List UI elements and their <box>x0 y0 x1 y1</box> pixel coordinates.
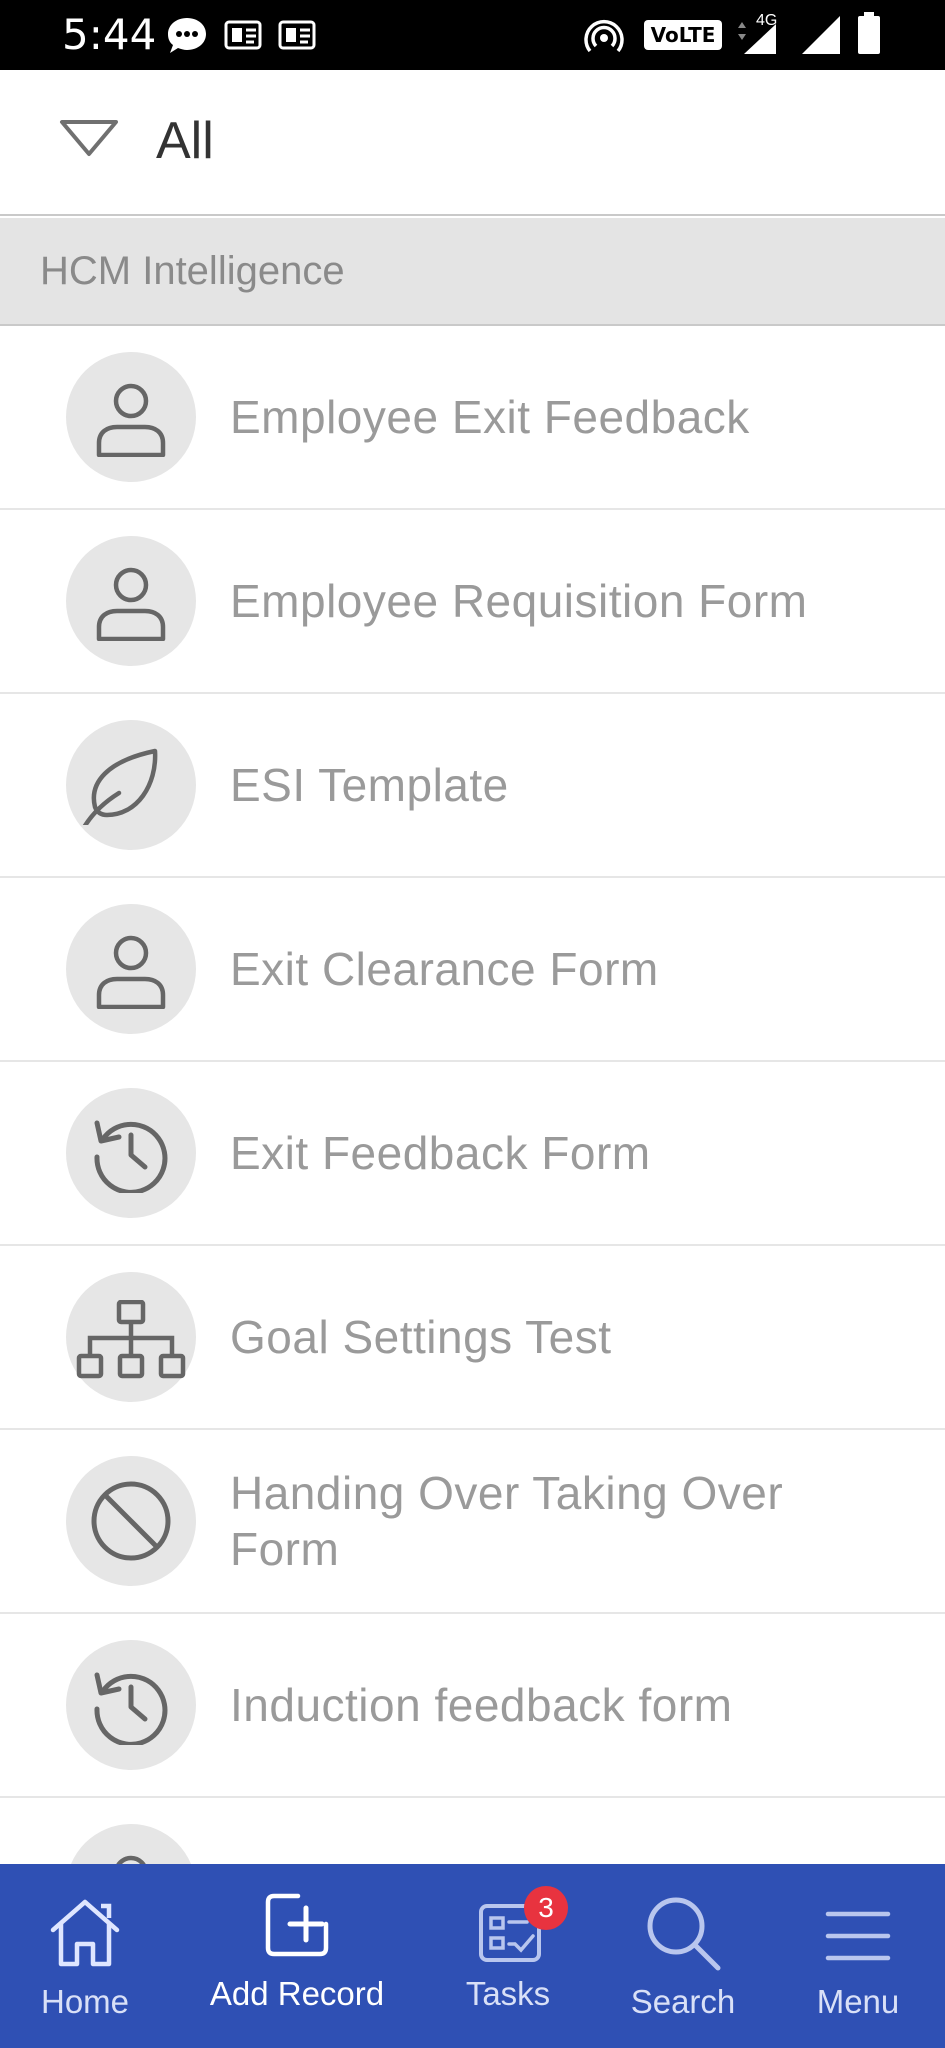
form-item-induction-feedback-form[interactable]: Induction feedback form <box>0 1614 945 1798</box>
org-chart-icon <box>76 1300 186 1379</box>
volte-label: VoLTE <box>650 23 716 47</box>
form-item-label: Exit Clearance Form <box>230 943 659 995</box>
filter-label[interactable]: All <box>156 106 214 176</box>
nav-tasks[interactable]: 3 Tasks <box>448 1864 568 2048</box>
section-header: HCM Intelligence <box>0 218 945 326</box>
form-item-label: Employee Requisition Form <box>230 575 808 627</box>
person-icon <box>96 567 166 641</box>
nav-search[interactable]: Search <box>618 1864 748 2048</box>
nav-home[interactable]: Home <box>20 1864 150 2048</box>
chat-bubble-icon <box>168 18 206 53</box>
form-icon-circle <box>66 904 196 1034</box>
hotspot-icon <box>584 20 624 53</box>
form-icon-circle <box>66 1088 196 1218</box>
status-bar: 5:44 VoLTE 4G <box>0 0 945 70</box>
add-record-icon <box>265 1893 329 1957</box>
form-item-partial[interactable] <box>0 1798 945 1864</box>
form-icon-circle <box>66 1456 196 1586</box>
tasks-badge: 3 <box>524 1886 568 1930</box>
block-icon <box>91 1481 171 1561</box>
nav-home-label: Home <box>40 1983 130 2020</box>
form-item-exit-clearance-form[interactable]: Exit Clearance Form <box>0 878 945 1062</box>
form-icon-circle <box>66 1272 196 1402</box>
signal-4g-icon: 4G <box>736 12 780 56</box>
person-icon <box>116 1855 146 1864</box>
form-item-handing-over-taking-over-form[interactable]: Handing Over Taking Over Form <box>0 1430 945 1614</box>
search-icon <box>647 1897 721 1971</box>
volte-icon: VoLTE <box>644 20 722 50</box>
form-icon-circle <box>66 1824 196 1864</box>
form-list[interactable]: Employee Exit Feedback Employee Requisit… <box>0 326 945 1864</box>
nav-tasks-label: Tasks <box>465 1975 551 2012</box>
filter-dropdown-icon[interactable] <box>58 118 120 158</box>
nav-add-record[interactable]: Add Record <box>190 1864 404 2048</box>
nav-search-label: Search <box>630 1983 736 2020</box>
battery-icon <box>858 12 880 54</box>
leaf-icon <box>82 748 158 825</box>
form-item-esi-template[interactable]: ESI Template <box>0 694 945 878</box>
person-icon <box>96 383 166 457</box>
notification-icon <box>224 20 262 50</box>
section-title: HCM Intelligence <box>40 249 345 293</box>
form-item-employee-requisition-form[interactable]: Employee Requisition Form <box>0 510 945 694</box>
form-item-goal-settings-test[interactable]: Goal Settings Test <box>0 1246 945 1430</box>
nav-menu[interactable]: Menu <box>798 1864 918 2048</box>
form-icon-circle <box>66 1640 196 1770</box>
filter-bar[interactable]: All <box>0 70 945 216</box>
form-item-label: Employee Exit Feedback <box>230 391 750 443</box>
notification-icon <box>278 20 316 50</box>
menu-icon <box>825 1911 891 1961</box>
form-item-label: ESI Template <box>230 759 509 811</box>
form-item-label: Induction feedback form <box>230 1679 733 1731</box>
history-icon <box>94 1120 168 1193</box>
form-icon-circle <box>66 720 196 850</box>
form-item-label: Exit Feedback Form <box>230 1127 651 1179</box>
form-item-employee-exit-feedback[interactable]: Employee Exit Feedback <box>0 326 945 510</box>
nav-add-record-label: Add Record <box>209 1975 385 2012</box>
form-item-label: Goal Settings Test <box>230 1311 612 1363</box>
status-time: 5:44 <box>62 10 157 59</box>
history-icon <box>94 1672 168 1745</box>
nav-menu-label: Menu <box>816 1983 900 2020</box>
signal-icon <box>802 16 840 54</box>
form-item-label <box>230 1798 905 1864</box>
form-item-exit-feedback-form[interactable]: Exit Feedback Form <box>0 1062 945 1246</box>
form-icon-circle <box>66 352 196 482</box>
home-icon <box>50 1899 120 1967</box>
form-item-label: Handing Over Taking Over Form <box>230 1467 784 1575</box>
bottom-nav: Home Add Record 3 Tasks Search Menu <box>0 1864 945 2048</box>
person-icon <box>96 935 166 1009</box>
form-icon-circle <box>66 536 196 666</box>
